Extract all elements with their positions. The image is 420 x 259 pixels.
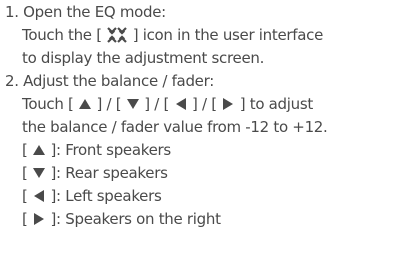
triangle-up-icon: [78, 97, 92, 111]
legend-rear-label: ]: Rear speakers: [50, 164, 168, 182]
step-2-continuation: the balance / fader value from -12 to +1…: [0, 116, 420, 139]
legend-front: [ ]: Front speakers: [0, 139, 420, 162]
legend-left-label: ]: Left speakers: [50, 187, 162, 205]
step-2-continuation-text: the balance / fader value from -12 to +1…: [22, 118, 328, 136]
triangle-up-icon: [32, 143, 46, 157]
step-1-touch-line: Touch the [ ] icon in the user interface: [0, 24, 420, 47]
triangle-right-icon: [32, 212, 46, 226]
legend-front-label: ]: Front speakers: [50, 141, 172, 159]
triangle-down-icon: [126, 97, 140, 111]
legend-front-open: [: [22, 141, 28, 159]
step-1-heading-text: 1. Open the EQ mode:: [5, 3, 166, 21]
step-1-continuation-text: to display the adjustment screen.: [22, 49, 265, 67]
step-2-separator-3: ] / [: [191, 95, 217, 113]
legend-left-open: [: [22, 187, 28, 205]
step-2-heading-text: 2. Adjust the balance / fader:: [5, 72, 214, 90]
triangle-left-icon: [32, 189, 46, 203]
step-2-touch-line: Touch [ ] / [ ] / [ ] / [ ] to adjust: [0, 93, 420, 116]
step-1-heading: 1. Open the EQ mode:: [0, 1, 420, 24]
step-2-touch-prefix: Touch [: [22, 95, 74, 113]
legend-right-open: [: [22, 210, 28, 228]
eq-adjustment-icon: [106, 26, 128, 44]
step-2-separator-1: ] / [: [96, 95, 122, 113]
step-2-heading: 2. Adjust the balance / fader:: [0, 70, 420, 93]
step-1-touch-prefix: Touch the [: [22, 26, 102, 44]
legend-left: [ ]: Left speakers: [0, 185, 420, 208]
legend-right: [ ]: Speakers on the right: [0, 208, 420, 231]
triangle-left-icon: [174, 97, 188, 111]
step-2-separator-2: ] / [: [144, 95, 170, 113]
step-2-touch-suffix: ] to adjust: [239, 95, 314, 113]
legend-rear: [ ]: Rear speakers: [0, 162, 420, 185]
triangle-down-icon: [32, 166, 46, 180]
legend-rear-open: [: [22, 164, 28, 182]
step-1-touch-suffix: ] icon in the user interface: [132, 26, 324, 44]
legend-right-label: ]: Speakers on the right: [50, 210, 221, 228]
instruction-document: 1. Open the EQ mode: Touch the [ ] icon …: [0, 0, 420, 259]
triangle-right-icon: [221, 97, 235, 111]
step-1-continuation: to display the adjustment screen.: [0, 47, 420, 70]
